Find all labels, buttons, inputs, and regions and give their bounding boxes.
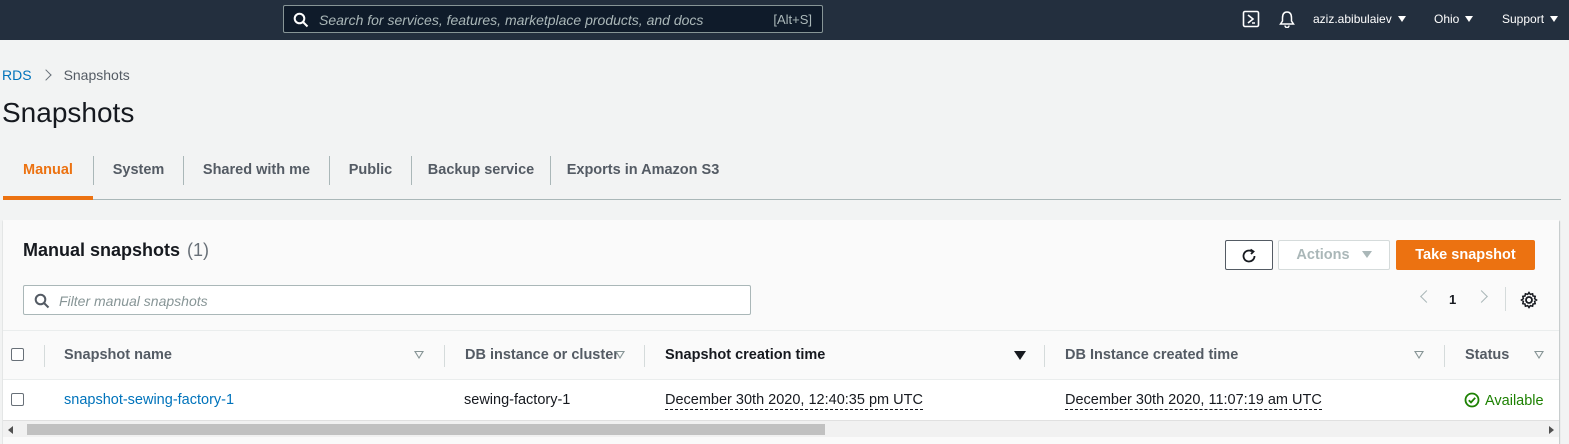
column-snapshot-creation-time[interactable]: Snapshot creation time (665, 347, 825, 363)
panel-title: Manual snapshots (1) (23, 240, 209, 261)
scroll-right-arrow-icon[interactable] (1549, 426, 1554, 434)
sort-descending-icon[interactable] (1014, 351, 1026, 360)
table-header: Snapshot name DB instance or cluster Sna… (3, 330, 1559, 380)
tab-public[interactable]: Public (330, 150, 411, 199)
scrollbar-thumb[interactable] (27, 424, 825, 435)
row-checkbox[interactable] (11, 393, 24, 406)
actions-dropdown[interactable]: Actions (1278, 240, 1390, 270)
tab-exports-in-amazon-s3[interactable]: Exports in Amazon S3 (551, 150, 735, 199)
user-menu[interactable]: aziz.abibulaiev (1313, 12, 1406, 26)
chevron-right-icon (39, 69, 52, 81)
support-menu[interactable]: Support (1502, 12, 1559, 26)
check-circle-icon (1464, 392, 1480, 408)
search-placeholder: Search for services, features, marketpla… (319, 12, 704, 28)
global-search-input[interactable]: Search for services, features, marketpla… (283, 5, 823, 33)
scroll-left-arrow-icon[interactable] (8, 426, 13, 434)
caret-down-icon (1361, 251, 1372, 258)
column-divider (1444, 345, 1445, 367)
filter-placeholder: Filter manual snapshots (59, 293, 208, 309)
sort-icon[interactable] (414, 351, 424, 359)
filter-snapshots-input[interactable]: Filter manual snapshots (23, 285, 751, 315)
cloudshell-icon[interactable] (1242, 10, 1260, 28)
snapshot-creation-time-cell[interactable]: December 30th 2020, 12:40:35 pm UTC (665, 392, 923, 410)
tab-backup-service[interactable]: Backup service (412, 150, 550, 199)
chevron-down-icon (1550, 16, 1559, 22)
sort-icon[interactable] (1414, 351, 1424, 359)
column-snapshot-name[interactable]: Snapshot name (64, 347, 172, 363)
horizontal-scrollbar[interactable] (3, 420, 1559, 437)
status-label: Available (1485, 393, 1544, 409)
region-name: Ohio (1434, 12, 1460, 26)
notifications-bell-icon[interactable] (1278, 10, 1296, 28)
snapshot-name-link[interactable]: snapshot-sewing-factory-1 (64, 392, 234, 408)
column-status[interactable]: Status (1465, 347, 1509, 363)
page-number[interactable]: 1 (1449, 292, 1456, 307)
user-name: aziz.abibulaiev (1313, 12, 1392, 26)
refresh-button[interactable] (1225, 240, 1273, 270)
manual-snapshots-panel: Manual snapshots (1) Actions Take snapsh… (3, 220, 1559, 444)
previous-page-icon[interactable] (1420, 290, 1433, 303)
page-title: Snapshots (2, 97, 135, 128)
column-db-instance[interactable]: DB instance or cluster (465, 347, 619, 363)
tab-bar: Manual System Shared with me Public Back… (3, 150, 1561, 200)
sort-icon[interactable] (615, 351, 625, 359)
settings-gear-icon[interactable] (1520, 291, 1538, 309)
top-nav: Search for services, features, marketpla… (0, 0, 1569, 40)
table-row[interactable]: snapshot-sewing-factory-1 sewing-factory… (3, 380, 1559, 420)
breadcrumb: RDS Snapshots (2, 67, 130, 83)
support-label: Support (1502, 12, 1545, 26)
refresh-icon (1242, 248, 1256, 263)
tab-system[interactable]: System (94, 150, 183, 199)
next-page-icon[interactable] (1475, 290, 1488, 303)
pager-divider (1505, 287, 1506, 311)
column-instance-created-time[interactable]: DB Instance created time (1065, 347, 1238, 363)
tab-shared-with-me[interactable]: Shared with me (184, 150, 329, 199)
search-shortcut: [Alt+S] (773, 12, 812, 27)
instance-created-time-cell[interactable]: December 30th 2020, 11:07:19 am UTC (1065, 392, 1322, 410)
tab-manual[interactable]: Manual (3, 150, 93, 200)
column-divider (644, 345, 645, 367)
breadcrumb-current: Snapshots (63, 67, 130, 83)
column-divider (44, 345, 45, 367)
actions-label: Actions (1296, 247, 1350, 263)
search-icon (293, 12, 309, 28)
panel-title-text: Manual snapshots (23, 240, 181, 260)
column-divider (1044, 345, 1045, 367)
region-menu[interactable]: Ohio (1434, 12, 1474, 26)
select-all-checkbox[interactable] (11, 348, 24, 361)
take-snapshot-button[interactable]: Take snapshot (1396, 240, 1535, 270)
snapshot-count: (1) (187, 240, 210, 260)
chevron-down-icon (1465, 16, 1474, 22)
sort-icon[interactable] (1534, 351, 1544, 359)
breadcrumb-rds-link[interactable]: RDS (2, 67, 32, 83)
db-instance-cell: sewing-factory-1 (464, 392, 571, 408)
search-icon (34, 293, 50, 309)
chevron-down-icon (1397, 16, 1406, 22)
column-divider (444, 345, 445, 367)
status-cell: Available (1464, 392, 1544, 409)
